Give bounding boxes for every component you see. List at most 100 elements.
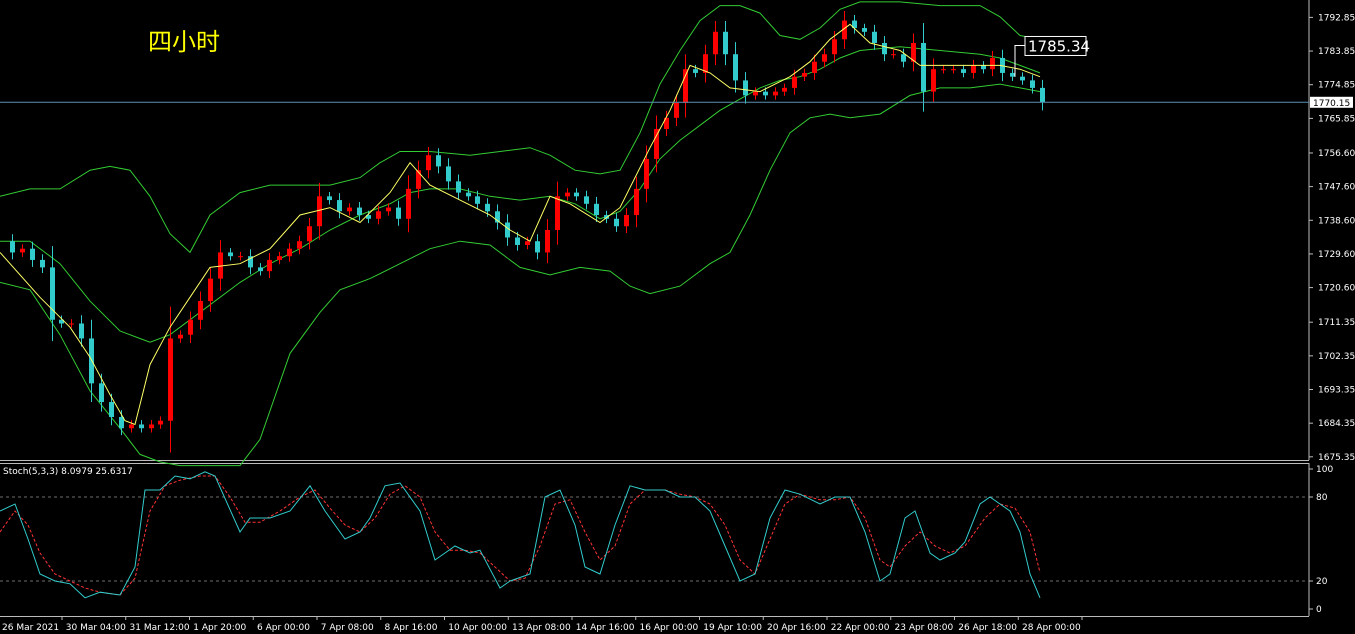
candle-body bbox=[921, 43, 926, 92]
candle-body bbox=[792, 76, 797, 88]
candle-body bbox=[882, 43, 887, 55]
stochastic-axis-label: 100 bbox=[1316, 465, 1333, 475]
time-axis-label: 28 Apr 00:00 bbox=[1022, 623, 1081, 633]
candle-body bbox=[584, 196, 589, 204]
candle-body bbox=[188, 319, 193, 335]
price-axis-label: 1684.35 bbox=[1318, 419, 1355, 429]
price-axis-label: 1693.35 bbox=[1318, 386, 1355, 396]
candle-body bbox=[277, 256, 282, 260]
candle-body bbox=[901, 54, 906, 62]
candle-body bbox=[832, 39, 837, 55]
price-axis-label: 1765.85 bbox=[1318, 114, 1355, 124]
candle-body bbox=[1030, 80, 1035, 88]
time-axis-label: 26 Mar 2021 bbox=[2, 623, 59, 633]
candle-body bbox=[981, 65, 986, 70]
candle-body bbox=[357, 207, 362, 216]
stochastic-axis-label: 0 bbox=[1316, 605, 1322, 615]
candle-body bbox=[535, 241, 540, 253]
candle-body bbox=[178, 334, 183, 339]
candle-body bbox=[406, 188, 411, 219]
time-axis-label: 7 Apr 08:00 bbox=[321, 623, 374, 633]
candle-body bbox=[574, 192, 579, 197]
candle-body bbox=[297, 241, 302, 249]
candle-body bbox=[565, 192, 570, 197]
candle-body bbox=[743, 80, 748, 96]
candle-body bbox=[20, 248, 25, 253]
candle-body bbox=[456, 181, 461, 193]
candle-body bbox=[654, 129, 659, 159]
time-axis-label: 1 Apr 20:00 bbox=[193, 623, 246, 633]
current-price-label: 1770.15 bbox=[1313, 99, 1350, 109]
time-axis-label: 8 Apr 16:00 bbox=[385, 623, 438, 633]
candle-body bbox=[733, 54, 738, 81]
candle-body bbox=[475, 196, 480, 204]
price-axis-label: 1783.85 bbox=[1318, 47, 1355, 57]
time-axis-label: 30 Mar 04:00 bbox=[66, 623, 126, 633]
candle-body bbox=[951, 69, 956, 71]
time-axis-label: 26 Apr 18:00 bbox=[958, 623, 1017, 633]
candle-body bbox=[525, 241, 530, 245]
candle-body bbox=[753, 91, 758, 96]
candle-body bbox=[763, 91, 768, 96]
indicator-label: Stoch(5,3,3) 8.0979 25.6317 bbox=[3, 467, 133, 477]
price-axis-label: 1720.60 bbox=[1318, 284, 1355, 294]
candle-body bbox=[139, 424, 144, 429]
candle-body bbox=[436, 155, 441, 167]
candle-body bbox=[376, 211, 381, 219]
candle-body bbox=[990, 57, 995, 70]
candle-body bbox=[99, 383, 104, 403]
stochastic-axis-label: 20 bbox=[1316, 577, 1328, 587]
stochastic-axis-label: 80 bbox=[1316, 493, 1328, 503]
candle-body bbox=[267, 259, 272, 272]
candle-body bbox=[287, 248, 292, 257]
candle-body bbox=[713, 31, 718, 55]
candle-body bbox=[961, 69, 966, 73]
candle-body bbox=[971, 65, 976, 73]
candle-body bbox=[644, 158, 649, 189]
candle-body bbox=[782, 87, 787, 92]
time-axis-label: 13 Apr 08:00 bbox=[512, 623, 571, 633]
candle-body bbox=[238, 256, 243, 258]
price-axis-label: 1747.60 bbox=[1318, 183, 1355, 193]
candle-body bbox=[1040, 87, 1045, 103]
price-axis-label: 1756.60 bbox=[1318, 149, 1355, 159]
candle-body bbox=[337, 200, 342, 212]
candle-body bbox=[1010, 72, 1015, 77]
candle-body bbox=[802, 72, 807, 77]
time-axis-label: 6 Apr 00:00 bbox=[257, 623, 310, 633]
candle-body bbox=[168, 338, 173, 421]
candle-body bbox=[40, 259, 45, 268]
time-axis-label: 31 Mar 12:00 bbox=[130, 623, 190, 633]
chart-background bbox=[0, 0, 1355, 634]
price-axis-label: 1774.85 bbox=[1318, 81, 1355, 91]
time-axis-label: 16 Apr 00:00 bbox=[640, 623, 699, 633]
candle-body bbox=[594, 203, 599, 216]
candle-body bbox=[545, 230, 550, 253]
candle-body bbox=[693, 69, 698, 73]
candle-body bbox=[386, 207, 391, 212]
candle-body bbox=[446, 166, 451, 182]
candle-body bbox=[674, 102, 679, 118]
candle-body bbox=[683, 69, 688, 103]
price-axis-label: 1738.60 bbox=[1318, 216, 1355, 226]
time-axis-label: 19 Apr 10:00 bbox=[703, 623, 762, 633]
price-axis-label: 1675.35 bbox=[1318, 453, 1355, 463]
candle-body bbox=[396, 207, 401, 219]
candle-body bbox=[1020, 76, 1025, 81]
time-axis-label: 23 Apr 08:00 bbox=[895, 623, 954, 633]
candle-body bbox=[208, 278, 213, 302]
candle-body bbox=[258, 267, 263, 272]
price-axis-label: 1702.35 bbox=[1318, 352, 1355, 362]
candle-body bbox=[723, 31, 728, 55]
price-chart-canvas: 1792.85 1783.85 1774.85 1765.85 1756.60 1747.… bbox=[0, 0, 1355, 634]
candle-body bbox=[158, 420, 163, 425]
candle-body bbox=[773, 91, 778, 96]
candle-body bbox=[624, 215, 629, 227]
candle-body bbox=[109, 402, 114, 417]
candle-body bbox=[10, 241, 15, 253]
time-axis-label: 10 Apr 00:00 bbox=[448, 623, 507, 633]
candle-body bbox=[347, 207, 352, 212]
time-axis-label: 20 Apr 16:00 bbox=[767, 623, 826, 633]
candle-body bbox=[317, 196, 322, 227]
price-axis-label: 1729.60 bbox=[1318, 250, 1355, 260]
